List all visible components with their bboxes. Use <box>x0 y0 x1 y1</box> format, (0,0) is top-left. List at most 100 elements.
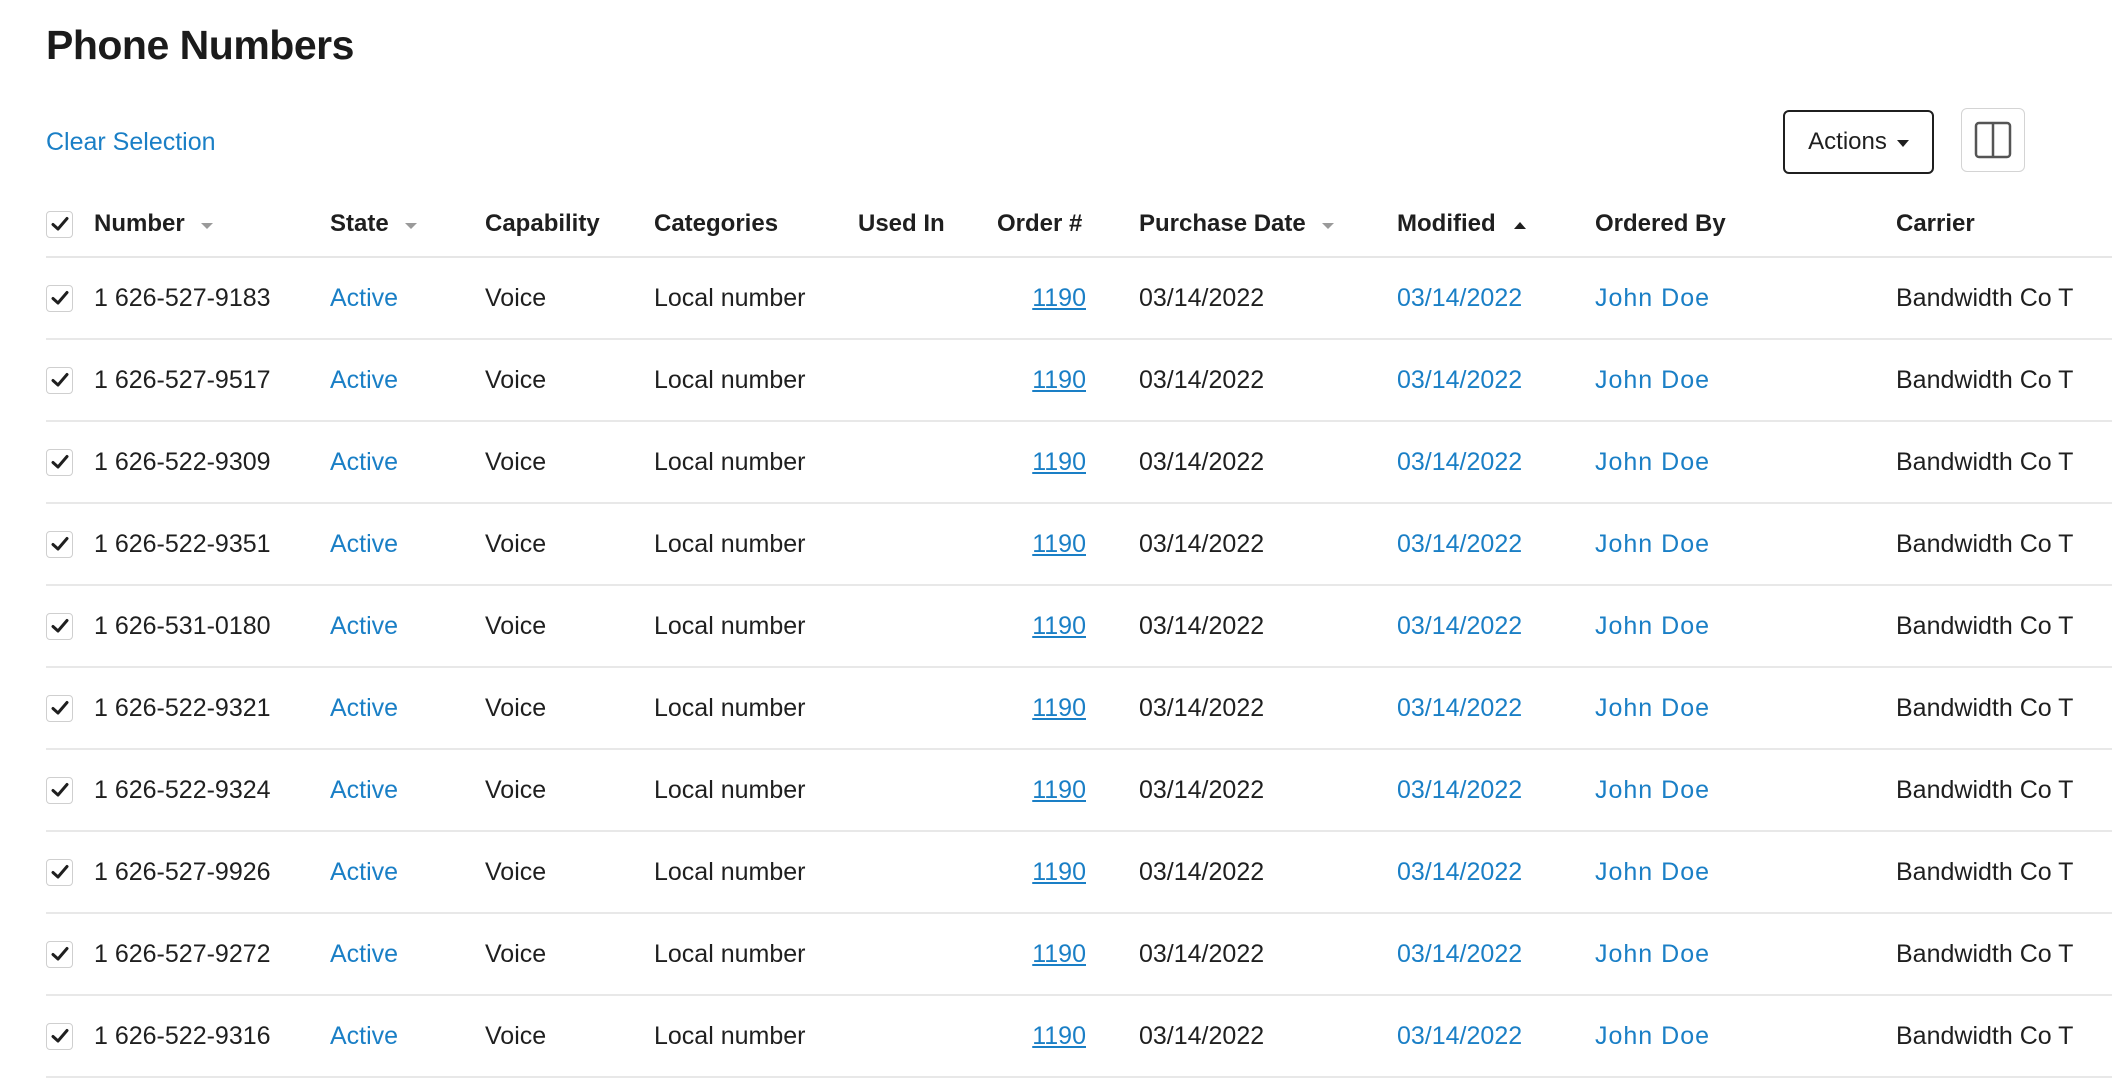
cell-state-link[interactable]: Active <box>330 996 398 1076</box>
cell-modified-link[interactable]: 03/14/2022 <box>1397 504 1522 584</box>
check-icon <box>51 373 68 387</box>
table-body: 1 626-527-9183 Active Voice Local number 119… <box>46 258 2112 1078</box>
cell-ordered-by-link[interactable]: John Doe <box>1595 668 1710 748</box>
cell-categories: Local number <box>654 939 806 968</box>
cell-modified-link[interactable]: 03/14/2022 <box>1397 996 1522 1076</box>
cell-ordered-by-link[interactable]: John Doe <box>1595 340 1710 420</box>
cell-modified-link[interactable]: 03/14/2022 <box>1397 832 1522 912</box>
cell-capability: Voice <box>485 1021 547 1050</box>
cell-state-link[interactable]: Active <box>330 750 398 830</box>
row-checkbox[interactable] <box>46 776 73 804</box>
row-checkbox[interactable] <box>46 530 73 558</box>
table-row[interactable]: 1 626-527-9926 Active Voice Local number 119… <box>46 832 2112 914</box>
cell-capability: Voice <box>485 775 547 804</box>
table-row[interactable]: 1 626-522-9321 Active Voice Local number 119… <box>46 668 2112 750</box>
check-icon <box>51 947 68 961</box>
cell-state-link[interactable]: Active <box>330 914 398 994</box>
row-checkbox[interactable] <box>46 1022 73 1050</box>
cell-ordered-by-link[interactable]: John Doe <box>1595 258 1710 338</box>
row-checkbox[interactable] <box>46 694 73 722</box>
check-icon <box>51 865 68 879</box>
cell-capability: Voice <box>485 611 547 640</box>
cell-number: 1 626-527-9183 <box>94 283 271 312</box>
column-header-categories[interactable]: Categories <box>654 192 778 256</box>
cell-purchase-date: 03/14/2022 <box>1139 447 1265 476</box>
cell-ordered-by-link[interactable]: John Doe <box>1595 586 1710 666</box>
cell-order-link[interactable]: 1190 <box>996 996 1086 1076</box>
cell-number: 1 626-527-9926 <box>94 857 271 886</box>
cell-modified-link[interactable]: 03/14/2022 <box>1397 668 1522 748</box>
cell-order-link[interactable]: 1190 <box>996 422 1086 502</box>
cell-modified-link[interactable]: 03/14/2022 <box>1397 750 1522 830</box>
cell-modified-link[interactable]: 03/14/2022 <box>1397 586 1522 666</box>
cell-number: 1 626-522-9321 <box>94 693 271 722</box>
cell-purchase-date: 03/14/2022 <box>1139 611 1265 640</box>
cell-state-link[interactable]: Active <box>330 668 398 748</box>
row-checkbox[interactable] <box>46 940 73 968</box>
column-layout-button[interactable] <box>1961 108 2025 172</box>
cell-order-link[interactable]: 1190 <box>996 586 1086 666</box>
cell-purchase-date: 03/14/2022 <box>1139 857 1265 886</box>
cell-state-link[interactable]: Active <box>330 832 398 912</box>
column-header-modified[interactable]: Modified <box>1397 192 1526 256</box>
cell-order-link[interactable]: 1190 <box>996 340 1086 420</box>
cell-modified-link[interactable]: 03/14/2022 <box>1397 422 1522 502</box>
clear-selection-link[interactable]: Clear Selection <box>46 128 216 157</box>
actions-dropdown-button[interactable]: Actions <box>1783 110 1934 174</box>
table-row[interactable]: 1 626-522-9316 Active Voice Local number 119… <box>46 996 2112 1078</box>
cell-ordered-by-link[interactable]: John Doe <box>1595 422 1710 502</box>
cell-order-link[interactable]: 1190 <box>996 750 1086 830</box>
cell-categories: Local number <box>654 529 806 558</box>
table-row[interactable]: 1 626-522-9324 Active Voice Local number 119… <box>46 750 2112 832</box>
cell-order-link[interactable]: 1190 <box>996 914 1086 994</box>
cell-state-link[interactable]: Active <box>330 422 398 502</box>
cell-categories: Local number <box>654 447 806 476</box>
phone-numbers-table: Number State Capability Categories Used … <box>46 192 2112 1078</box>
cell-number: 1 626-522-9316 <box>94 1021 271 1050</box>
cell-state-link[interactable]: Active <box>330 586 398 666</box>
cell-state-link[interactable]: Active <box>330 340 398 420</box>
cell-categories: Local number <box>654 283 806 312</box>
cell-categories: Local number <box>654 857 806 886</box>
table-row[interactable]: 1 626-531-0180 Active Voice Local number 119… <box>46 586 2112 668</box>
cell-modified-link[interactable]: 03/14/2022 <box>1397 258 1522 338</box>
cell-ordered-by-link[interactable]: John Doe <box>1595 996 1710 1076</box>
cell-ordered-by-link[interactable]: John Doe <box>1595 504 1710 584</box>
row-checkbox[interactable] <box>46 366 73 394</box>
cell-state-link[interactable]: Active <box>330 258 398 338</box>
column-header-ordered-by[interactable]: Ordered By <box>1595 192 1726 256</box>
cell-order-link[interactable]: 1190 <box>996 258 1086 338</box>
check-icon <box>51 619 68 633</box>
cell-capability: Voice <box>485 365 547 394</box>
cell-ordered-by-link[interactable]: John Doe <box>1595 750 1710 830</box>
column-header-number[interactable]: Number <box>94 192 213 256</box>
select-all-checkbox[interactable] <box>46 210 73 238</box>
cell-modified-link[interactable]: 03/14/2022 <box>1397 340 1522 420</box>
row-checkbox[interactable] <box>46 612 73 640</box>
table-row[interactable]: 1 626-522-9351 Active Voice Local number 119… <box>46 504 2112 586</box>
cell-carrier: Bandwidth Co T <box>1896 939 2074 968</box>
cell-carrier: Bandwidth Co T <box>1896 611 2074 640</box>
cell-carrier: Bandwidth Co T <box>1896 365 2074 394</box>
column-header-carrier[interactable]: Carrier <box>1896 192 1975 256</box>
cell-modified-link[interactable]: 03/14/2022 <box>1397 914 1522 994</box>
row-checkbox[interactable] <box>46 448 73 476</box>
cell-purchase-date: 03/14/2022 <box>1139 365 1265 394</box>
cell-order-link[interactable]: 1190 <box>996 504 1086 584</box>
cell-state-link[interactable]: Active <box>330 504 398 584</box>
table-row[interactable]: 1 626-522-9309 Active Voice Local number 119… <box>46 422 2112 504</box>
column-header-purchase-date[interactable]: Purchase Date <box>1139 192 1334 256</box>
table-row[interactable]: 1 626-527-9272 Active Voice Local number 119… <box>46 914 2112 996</box>
column-header-capability[interactable]: Capability <box>485 192 600 256</box>
column-header-state[interactable]: State <box>330 192 417 256</box>
table-row[interactable]: 1 626-527-9517 Active Voice Local number 119… <box>46 340 2112 422</box>
cell-order-link[interactable]: 1190 <box>996 668 1086 748</box>
cell-ordered-by-link[interactable]: John Doe <box>1595 832 1710 912</box>
cell-order-link[interactable]: 1190 <box>996 832 1086 912</box>
column-header-order[interactable]: Order # <box>997 192 1082 256</box>
row-checkbox[interactable] <box>46 858 73 886</box>
row-checkbox[interactable] <box>46 284 73 312</box>
cell-ordered-by-link[interactable]: John Doe <box>1595 914 1710 994</box>
column-header-used-in[interactable]: Used In <box>858 192 945 256</box>
table-row[interactable]: 1 626-527-9183 Active Voice Local number 119… <box>46 258 2112 340</box>
